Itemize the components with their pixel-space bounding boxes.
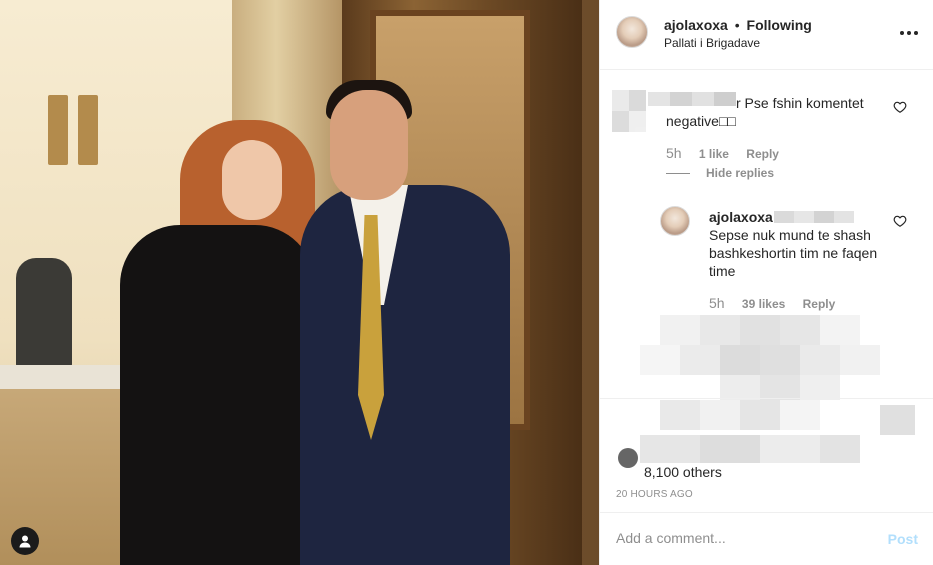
comment-likes[interactable]: 1 like: [699, 147, 729, 161]
photo-woman-face: [222, 140, 282, 220]
author-avatar[interactable]: [616, 16, 648, 48]
post-comment-button[interactable]: Post: [888, 531, 918, 547]
photo-wall-lamp: [48, 95, 68, 165]
hide-replies-label: Hide replies: [706, 166, 775, 180]
post-side-panel: ajolaxoxa • Following Pallati i Brigadav…: [599, 0, 933, 565]
reply-author-username[interactable]: ajolaxoxa: [709, 209, 773, 225]
censored-commenter-avatar: [612, 90, 646, 132]
comment-bar: Post: [600, 512, 933, 565]
author-username[interactable]: ajolaxoxa: [664, 17, 728, 33]
reply-comment-text: Sepse nuk mund te shash bashkeshortin ti…: [709, 227, 878, 279]
reply-author-avatar[interactable]: [660, 206, 690, 236]
hide-replies-button[interactable]: Hide replies: [666, 166, 774, 180]
heart-icon[interactable]: [893, 100, 907, 114]
comment-meta: 5h 1 like Reply: [666, 145, 779, 161]
likes-count[interactable]: 8,100 others: [644, 464, 722, 480]
censored-liker-avatar: [618, 448, 638, 468]
post-header: ajolaxoxa • Following Pallati i Brigadav…: [600, 0, 933, 70]
censored-mention: [774, 211, 854, 223]
photo-woman-body: [120, 225, 315, 565]
hide-replies-line: [666, 172, 690, 174]
author-line: ajolaxoxa • Following: [664, 17, 812, 33]
heart-icon[interactable]: [893, 214, 907, 228]
reply-comment-time[interactable]: 5h: [709, 295, 725, 311]
comment-input[interactable]: [616, 530, 876, 546]
following-button[interactable]: Following: [747, 17, 812, 33]
user-tag-button[interactable]: [11, 527, 39, 555]
more-options-icon[interactable]: [900, 24, 918, 42]
photo-man-suit: [300, 185, 510, 565]
separator-dot: •: [734, 17, 740, 33]
user-tag-icon: [19, 535, 31, 548]
photo-man-face: [330, 90, 408, 200]
photo-vase: [16, 258, 72, 370]
post-timestamp: 20 HOURS AGO: [616, 489, 693, 500]
reply-button[interactable]: Reply: [746, 147, 779, 161]
post-photo[interactable]: [0, 0, 599, 565]
post-location[interactable]: Pallati i Brigadave: [664, 36, 760, 50]
photo-wall-lamp: [78, 95, 98, 165]
comment-text: r Pse fshin komentet negative□□: [666, 95, 864, 129]
reply-comment-likes[interactable]: 39 likes: [742, 297, 785, 311]
reply-button[interactable]: Reply: [803, 297, 836, 311]
comment-time[interactable]: 5h: [666, 145, 682, 161]
reply-author-line: ajolaxoxa: [709, 208, 773, 226]
reply-comment-meta: 5h 39 likes Reply: [709, 295, 835, 311]
